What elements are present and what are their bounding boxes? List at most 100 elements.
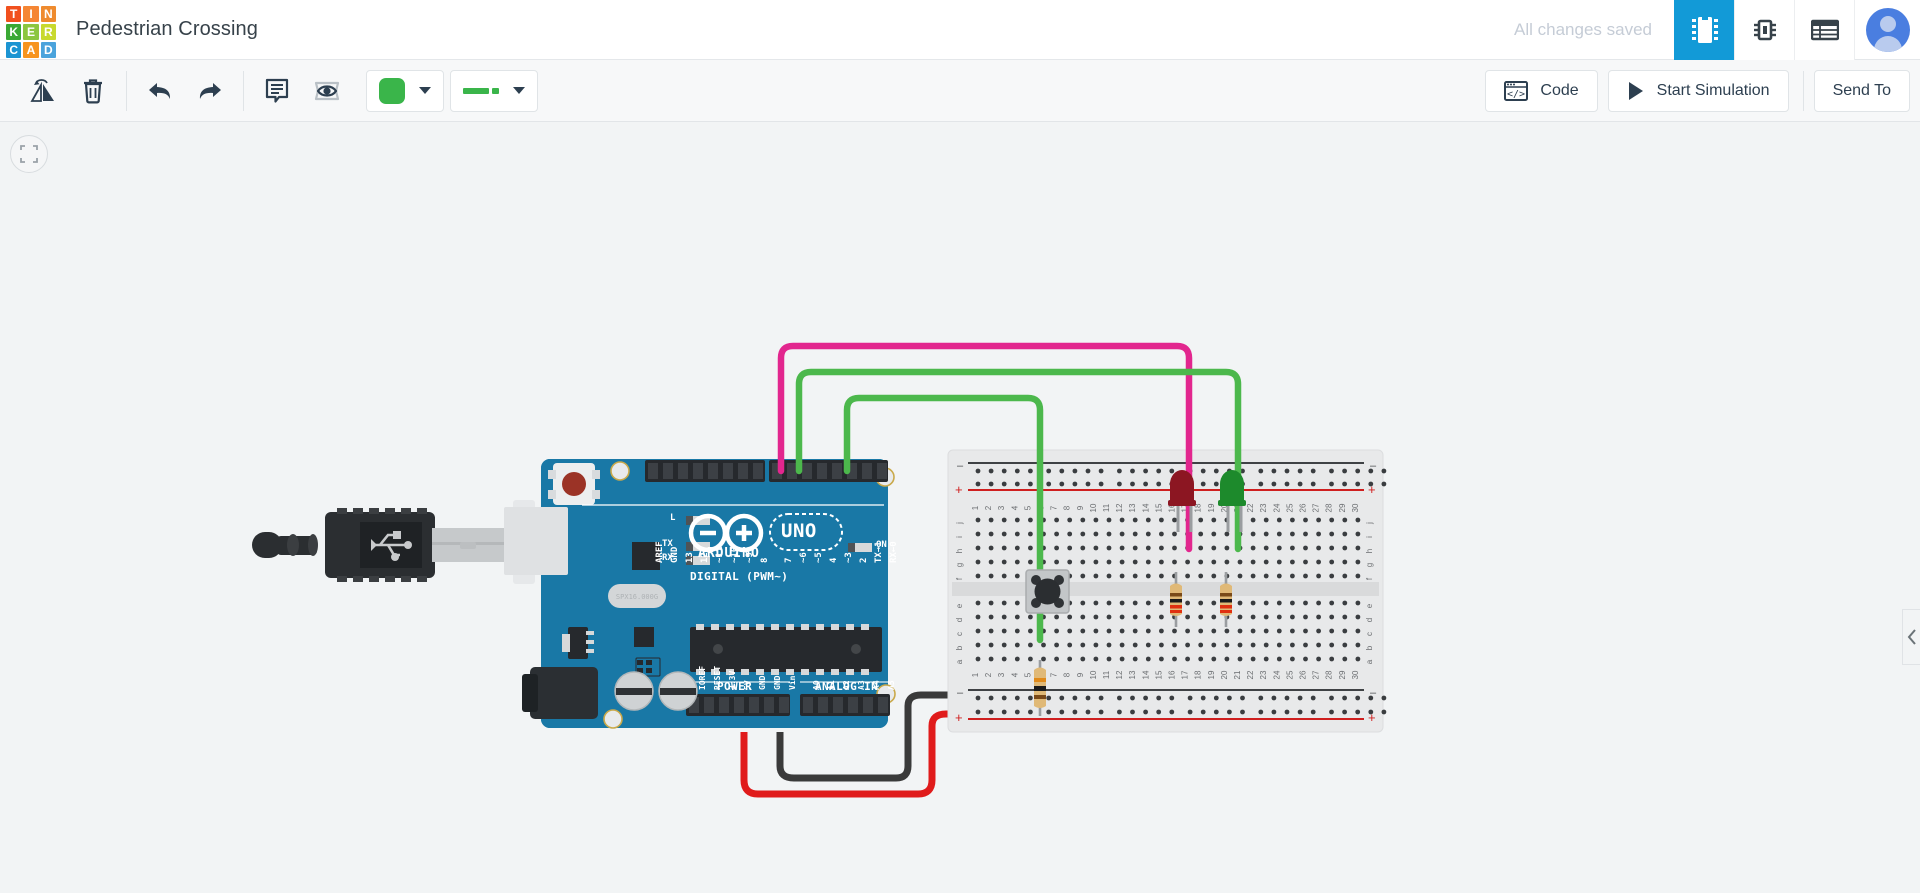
eye-icon: [314, 81, 340, 100]
breadboard[interactable]: ‒ ‒ + + ‒ ‒ + + j ji ih hg gf fe ed dc cb ba a1122…: [947, 449, 1387, 733]
logo-cell-r: R: [40, 23, 56, 40]
svg-text:7: 7: [1050, 505, 1059, 510]
svg-text:22: 22: [1246, 670, 1255, 679]
tinkercad-logo[interactable]: T I N K E R C A D: [0, 2, 56, 58]
pushbutton[interactable]: [1025, 569, 1070, 614]
wire-color-picker[interactable]: [366, 69, 444, 112]
svg-text:22: 22: [1246, 503, 1255, 512]
svg-text:j: j: [955, 522, 964, 525]
svg-text:7: 7: [1050, 672, 1059, 677]
svg-text:15: 15: [1154, 670, 1163, 679]
main-toolbar: </> Code Start Simulation Send To: [0, 60, 1920, 122]
wire-color-swatch: [379, 77, 405, 104]
svg-text:28: 28: [1325, 670, 1334, 679]
logo-cell-n: N: [40, 5, 56, 22]
play-icon: [1628, 81, 1643, 100]
circuits-view-button[interactable]: [1674, 0, 1734, 60]
svg-text:4: 4: [1010, 505, 1019, 510]
components-view-button[interactable]: [1734, 0, 1794, 60]
svg-text:1: 1: [971, 672, 980, 677]
svg-text:23: 23: [1259, 670, 1268, 679]
circuits-view-icon: [1691, 16, 1718, 43]
document-title[interactable]: Pedestrian Crossing: [76, 18, 258, 41]
crystal-label: SPX16.000G: [616, 593, 658, 601]
rotate-button[interactable]: [18, 69, 68, 113]
svg-text:29: 29: [1338, 670, 1347, 679]
svg-text:17: 17: [1181, 670, 1190, 679]
start-simulation-label: Start Simulation: [1656, 81, 1770, 99]
svg-text:27: 27: [1312, 670, 1321, 679]
svg-text:10: 10: [1089, 503, 1098, 512]
visibility-button[interactable]: [302, 69, 352, 113]
logo-cell-c: C: [6, 41, 22, 58]
svg-text:29: 29: [1338, 503, 1347, 512]
delete-button[interactable]: [68, 69, 118, 113]
svg-text:9: 9: [1076, 505, 1085, 510]
svg-text:d: d: [1365, 618, 1374, 622]
svg-text:20: 20: [1220, 670, 1229, 679]
svg-text:25: 25: [1285, 670, 1294, 679]
transform-group: [10, 60, 126, 122]
svg-text:27: 27: [1312, 503, 1321, 512]
svg-text:2: 2: [984, 505, 993, 510]
circuit-stage[interactable]: SPX16.000G ‒ ‒ + + ‒ ‒ + + j j i i h h g…: [0, 122, 1920, 893]
code-button-label: Code: [1540, 81, 1579, 99]
circuit-canvas[interactable]: SPX16.000G ‒ ‒ + + ‒ ‒ + + j j i i h h g…: [0, 122, 1920, 893]
user-avatar-button[interactable]: [1854, 0, 1920, 60]
svg-text:8: 8: [1063, 672, 1072, 677]
svg-text:21: 21: [1233, 670, 1242, 679]
code-icon: </>: [1504, 80, 1529, 101]
svg-text:</>: </>: [1507, 89, 1525, 100]
undo-button[interactable]: [135, 69, 185, 113]
arduino-uno-board[interactable]: SPX16.000G: [505, 455, 896, 732]
wire-type-picker[interactable]: [450, 69, 538, 112]
toolbar-right-group: </> Code Start Simulation Send To: [1475, 69, 1910, 112]
svg-text:30: 30: [1351, 670, 1360, 679]
svg-text:15: 15: [1154, 503, 1163, 512]
annotate-group: [244, 60, 360, 122]
redo-icon: [199, 82, 221, 99]
svg-text:28: 28: [1325, 503, 1334, 512]
svg-text:g: g: [1365, 563, 1374, 567]
svg-text:24: 24: [1272, 670, 1281, 679]
usb-cable[interactable]: [252, 507, 568, 582]
logo-cell-t: T: [6, 5, 22, 22]
svg-text:5: 5: [1023, 505, 1032, 510]
svg-text:2: 2: [984, 672, 993, 677]
send-to-button[interactable]: Send To: [1813, 69, 1910, 112]
svg-text:i: i: [1365, 536, 1374, 538]
notes-button[interactable]: [252, 69, 302, 113]
svg-text:19: 19: [1207, 670, 1216, 679]
component-list-button[interactable]: [1794, 0, 1854, 60]
svg-text:c: c: [1365, 632, 1374, 636]
svg-text:a: a: [1365, 659, 1374, 664]
redo-button[interactable]: [185, 69, 235, 113]
svg-text:11: 11: [1102, 503, 1111, 512]
svg-text:8: 8: [1063, 505, 1072, 510]
circuit-drawing[interactable]: SPX16.000G ‒ ‒ + + ‒ ‒ + + j ji ih hg gf…: [0, 122, 1920, 893]
start-simulation-button[interactable]: Start Simulation: [1607, 69, 1789, 112]
rotate-icon: [29, 78, 54, 102]
svg-text:18: 18: [1194, 670, 1203, 679]
svg-text:a: a: [955, 659, 964, 664]
svg-text:30: 30: [1351, 503, 1360, 512]
note-icon: [265, 78, 289, 103]
svg-text:24: 24: [1272, 503, 1281, 512]
svg-text:25: 25: [1285, 503, 1294, 512]
header-right-group: All changes saved: [1492, 0, 1920, 60]
toolbar-divider-3: [1802, 70, 1804, 111]
logo-cell-k: K: [6, 23, 22, 40]
svg-text:j: j: [1365, 522, 1374, 525]
svg-text:16: 16: [1168, 670, 1177, 679]
history-group: [127, 60, 243, 122]
app-header: T I N K E R C A D Pedestrian Crossing Al…: [0, 0, 1920, 60]
svg-text:11: 11: [1102, 670, 1111, 679]
logo-cell-d: D: [40, 41, 56, 58]
trash-icon: [84, 78, 102, 104]
rail-plus-bottom: +: [955, 710, 963, 725]
list-view-icon: [1810, 19, 1839, 40]
svg-text:1: 1: [971, 505, 980, 510]
svg-text:26: 26: [1299, 670, 1308, 679]
logo-cell-a: A: [23, 41, 39, 58]
code-button[interactable]: </> Code: [1485, 69, 1598, 112]
